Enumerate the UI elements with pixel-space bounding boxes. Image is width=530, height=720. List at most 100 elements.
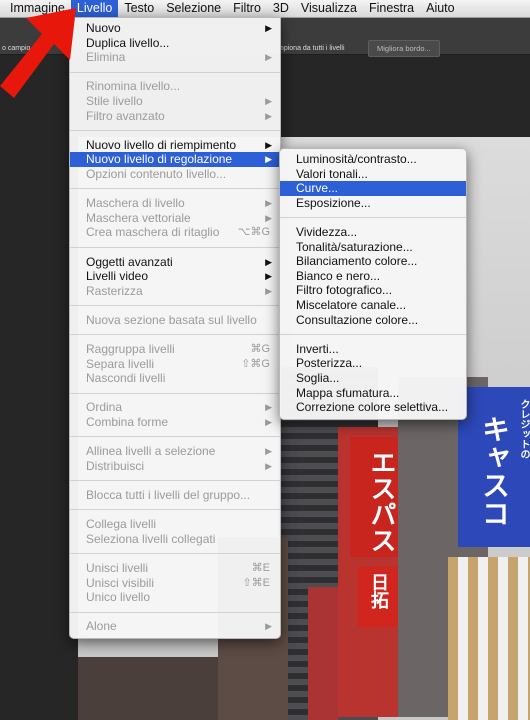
menu-finestra[interactable]: Finestra <box>363 0 420 17</box>
menu-item-label: Raggruppa livelli <box>86 342 175 357</box>
menu-item-label: Unisci livelli <box>86 560 149 575</box>
menu-item-inverti[interactable]: Inverti... <box>280 342 466 357</box>
menu-item-label: Alone <box>86 619 117 634</box>
menu-item-label: Filtro avanzato <box>86 108 165 123</box>
menu-item-oggetti-avanzati[interactable]: Oggetti avanzati ▶ <box>70 255 280 270</box>
menu-item-label: Oggetti avanzati <box>86 254 173 269</box>
menu-item-bilanciamento-colore[interactable]: Bilanciamento colore... <box>280 254 466 269</box>
menu-separator <box>70 392 280 394</box>
menu-item-label: Inverti... <box>296 341 339 356</box>
menu-item-alone: Alone ▶ <box>70 619 280 634</box>
menu-item-opzioni-contenuto-livello: Opzioni contenuto livello... <box>70 167 280 182</box>
shortcut-label: ⌥⌘G <box>237 226 270 239</box>
menu-item-filtro-fotografico[interactable]: Filtro fotografico... <box>280 283 466 298</box>
menu-separator <box>70 129 280 131</box>
menu-visualizza[interactable]: Visualizza <box>295 0 363 17</box>
photo-sign-3: キャスコ <box>479 415 510 527</box>
submenu-arrow-icon: ▶ <box>265 139 272 150</box>
menu-item-separa-livelli: Separa livelli ⇧⌘G <box>70 357 280 372</box>
menu-item-nascondi-livelli: Nascondi livelli <box>70 371 280 386</box>
menu-item-label: Ordina <box>86 400 123 415</box>
shortcut-label: ⌘G <box>250 343 270 356</box>
menu-item-livelli-video[interactable]: Livelli video ▶ <box>70 269 280 284</box>
menu-item-label: Elimina <box>86 50 126 65</box>
menu-item-label: Rinomina livello... <box>86 79 181 94</box>
menu-item-correzione-colore-selettiva[interactable]: Correzione colore selettiva... <box>280 400 466 415</box>
menu-testo[interactable]: Testo <box>118 0 160 17</box>
submenu-arrow-icon: ▶ <box>265 110 272 121</box>
submenu-arrow-icon: ▶ <box>265 198 272 209</box>
menu-item-label: Rasterizza <box>86 283 143 298</box>
menu-item-label: Maschera di livello <box>86 196 185 211</box>
menu-item-esposizione[interactable]: Esposizione... <box>280 196 466 211</box>
menu-separator <box>70 334 280 336</box>
menu-item-label: Bianco e nero... <box>296 268 381 283</box>
submenu-arrow-icon: ▶ <box>265 52 272 63</box>
menu-item-mappa-sfumatura[interactable]: Mappa sfumatura... <box>280 386 466 401</box>
menu-item-luminosita-contrasto[interactable]: Luminosità/contrasto... <box>280 152 466 167</box>
menu-item-label: Filtro fotografico... <box>296 283 393 298</box>
menu-separator <box>70 246 280 248</box>
menu-separator <box>70 71 280 73</box>
menu-item-raggruppa-livelli: Raggruppa livelli ⌘G <box>70 342 280 357</box>
menu-item-label: Nascondi livelli <box>86 371 166 386</box>
menu-selezione[interactable]: Selezione <box>160 0 227 17</box>
menu-item-allinea-livelli-a-selezione: Allinea livelli a selezione ▶ <box>70 444 280 459</box>
menu-filtro[interactable]: Filtro <box>227 0 267 17</box>
submenu-arrow-icon: ▶ <box>265 212 272 223</box>
menu-separator <box>280 217 466 219</box>
menu-item-valori-tonali[interactable]: Valori tonali... <box>280 167 466 182</box>
menu-item-maschera-vettoriale: Maschera vettoriale ▶ <box>70 211 280 226</box>
menu-item-curve[interactable]: Curve... <box>280 181 466 196</box>
menu-aiuto[interactable]: Aiuto <box>420 0 461 17</box>
menu-item-unisci-livelli: Unisci livelli ⌘E <box>70 561 280 576</box>
submenu-arrow-icon: ▶ <box>265 95 272 106</box>
menu-item-label: Seleziona livelli collegati <box>86 531 216 546</box>
menu-item-label: Bilanciamento colore... <box>296 254 418 269</box>
menu-item-rasterizza: Rasterizza ▶ <box>70 284 280 299</box>
menu-item-label: Unisci visibili <box>86 575 155 590</box>
menu-item-unico-livello: Unico livello <box>70 590 280 605</box>
menu-separator <box>70 188 280 190</box>
refine-edge-button[interactable]: Migliora bordo... <box>368 40 440 57</box>
menu-item-rinomina-livello: Rinomina livello... <box>70 79 280 94</box>
menu-item-vividezza[interactable]: Vividezza... <box>280 225 466 240</box>
photo-sign-4: クレジットの <box>518 399 529 459</box>
submenu-arrow-icon: ▶ <box>265 402 272 413</box>
submenu-arrow-icon: ▶ <box>265 271 272 282</box>
menu-item-label: Esposizione... <box>296 195 371 210</box>
menu-item-label: Tonalità/saturazione... <box>296 239 413 254</box>
menu-item-label: Posterizza... <box>296 356 363 371</box>
photo-sign-2: 日拓 <box>369 573 389 609</box>
menu-item-nuovo-livello-di-regolazione[interactable]: Nuovo livello di regolazione ▶ <box>70 152 280 167</box>
menu-item-consultazione-colore[interactable]: Consultazione colore... <box>280 313 466 328</box>
menu-item-tonalita-saturazione[interactable]: Tonalità/saturazione... <box>280 240 466 255</box>
menu-separator <box>70 611 280 613</box>
menu-item-soglia[interactable]: Soglia... <box>280 371 466 386</box>
menu-item-label: Stile livello <box>86 93 143 108</box>
menu-item-crea-maschera-di-ritaglio: Crea maschera di ritaglio ⌥⌘G <box>70 225 280 240</box>
menu-item-label: Valori tonali... <box>296 166 368 181</box>
menu-item-label: Nuovo <box>86 21 121 35</box>
menu-item-label: Luminosità/contrasto... <box>296 152 417 166</box>
menu-item-posterizza[interactable]: Posterizza... <box>280 356 466 371</box>
menu-item-label: Distribuisci <box>86 458 145 473</box>
menu-item-bianco-e-nero[interactable]: Bianco e nero... <box>280 269 466 284</box>
shortcut-label: ⇧⌘G <box>241 357 270 370</box>
menu-item-label: Blocca tutti i livelli del gruppo... <box>86 488 251 502</box>
menu-item-nuova-sezione-basata-sul-livello: Nuova sezione basata sul livello <box>70 313 280 328</box>
menu-item-nuovo-livello-di-riempimento[interactable]: Nuovo livello di riempimento ▶ <box>70 138 280 153</box>
menu-item-label: Vividezza... <box>296 224 358 239</box>
menu-item-maschera-di-livello: Maschera di livello ▶ <box>70 196 280 211</box>
menu-item-label: Nuovo livello di riempimento <box>86 137 237 152</box>
menu-item-label: Crea maschera di ritaglio <box>86 225 220 240</box>
menu-item-label: Soglia... <box>296 370 340 385</box>
submenu-arrow-icon: ▶ <box>265 23 272 33</box>
menu-item-label: Collega livelli <box>86 517 157 532</box>
menu-item-miscelatore-canale[interactable]: Miscelatore canale... <box>280 298 466 313</box>
menu-3d[interactable]: 3D <box>267 0 295 17</box>
menu-item-label: Maschera vettoriale <box>86 210 191 225</box>
menu-item-duplica-livello[interactable]: Duplica livello... <box>70 36 280 51</box>
menu-item-nuovo[interactable]: Nuovo ▶ <box>70 21 280 36</box>
menu-separator <box>70 553 280 555</box>
